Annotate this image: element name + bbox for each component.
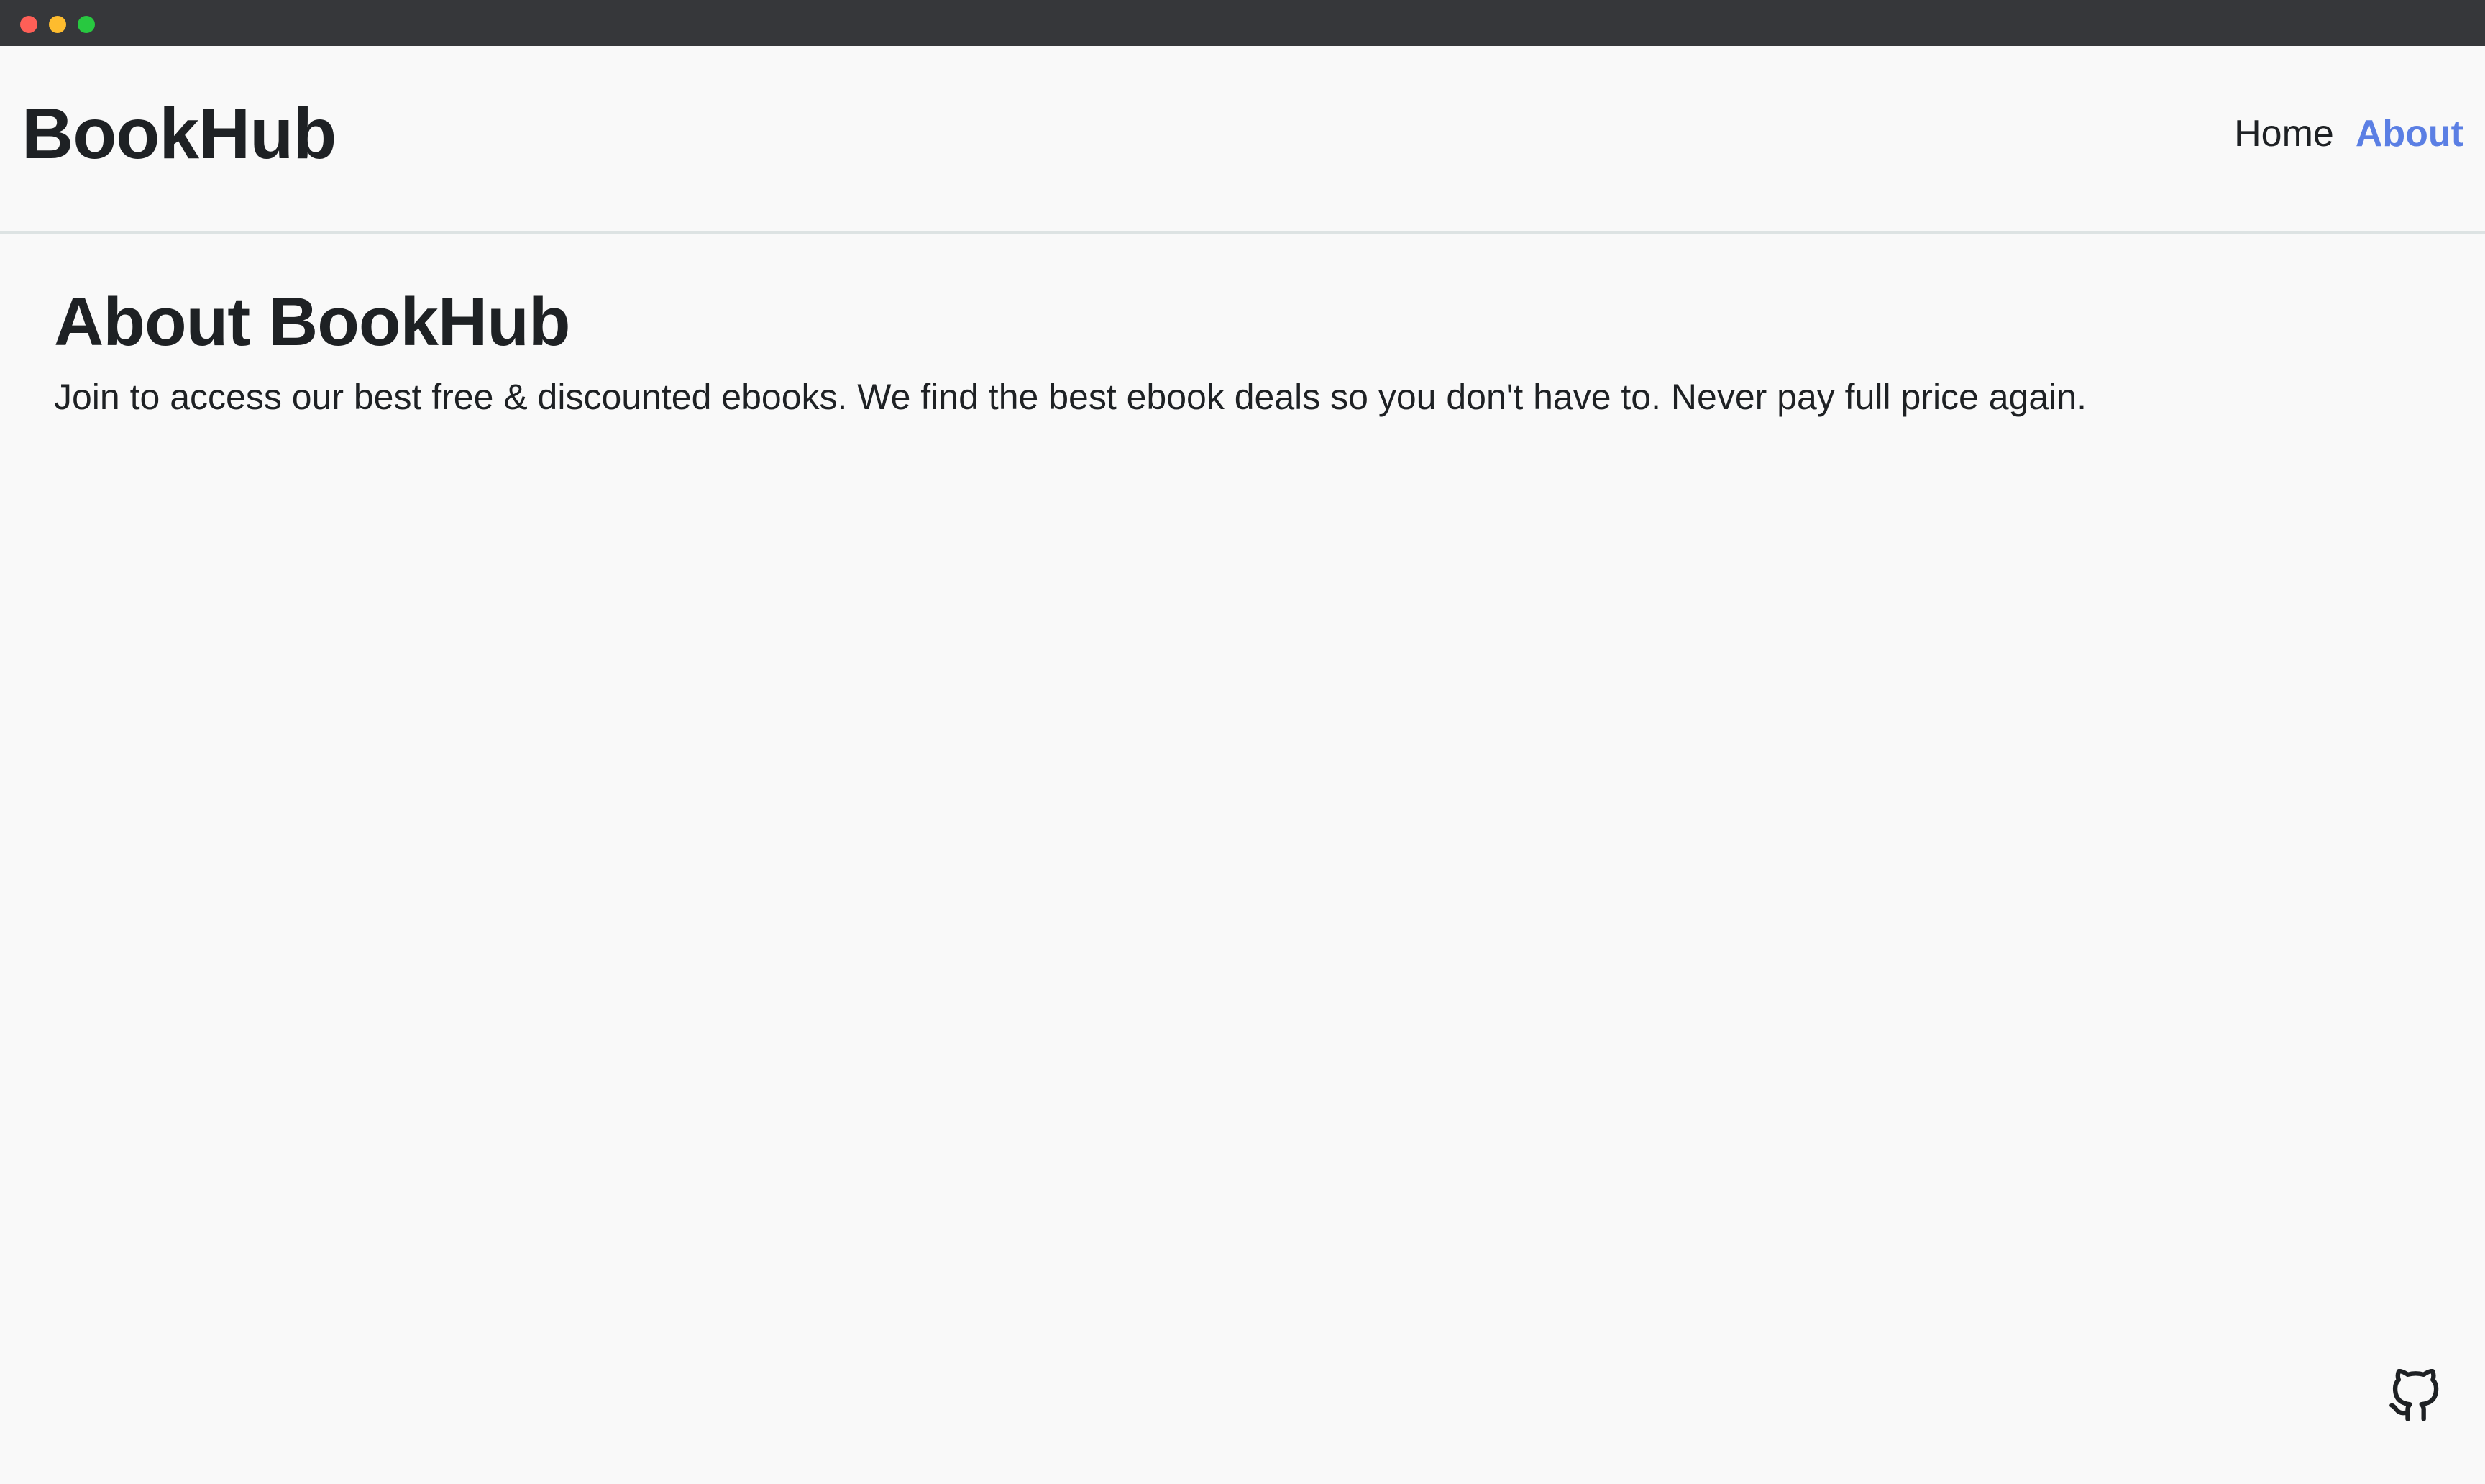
maximize-window-button[interactable] (78, 16, 95, 33)
site-header: BookHub Home About (0, 46, 2485, 234)
minimize-window-button[interactable] (49, 16, 66, 33)
close-window-button[interactable] (20, 16, 37, 33)
main-nav: Home About (2234, 115, 2463, 152)
nav-link-home[interactable]: Home (2234, 115, 2334, 152)
nav-link-about[interactable]: About (2356, 115, 2463, 152)
main-content: About BookHub Join to access our best fr… (54, 288, 2427, 418)
window-titlebar (0, 0, 2485, 46)
page-title: About BookHub (54, 283, 571, 360)
github-icon (2387, 1369, 2442, 1424)
page-description: Join to access our best free & discounte… (54, 377, 2087, 417)
site-logo[interactable]: BookHub (22, 98, 337, 170)
github-link[interactable] (2387, 1369, 2442, 1424)
